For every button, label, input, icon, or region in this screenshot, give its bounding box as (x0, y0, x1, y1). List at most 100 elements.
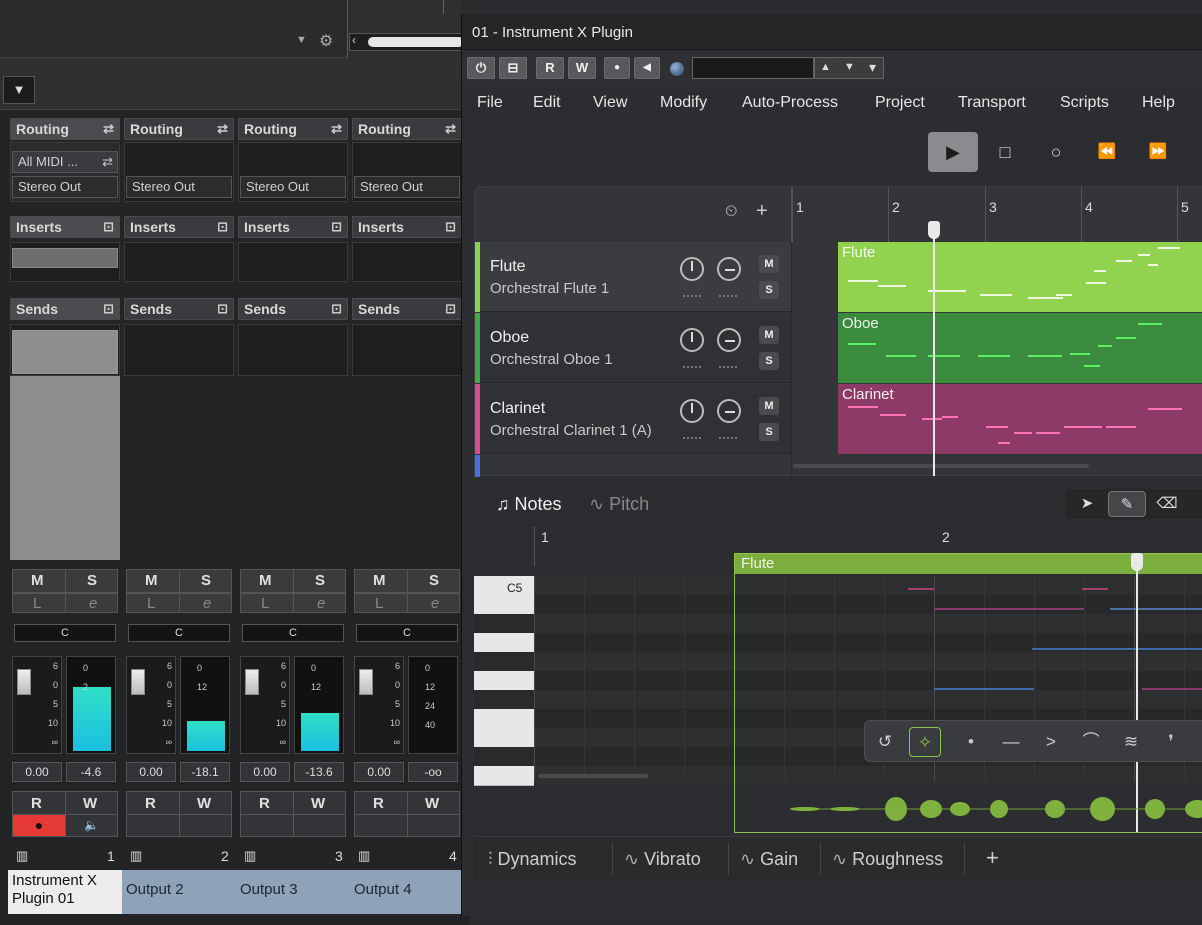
arranger-playhead[interactable] (933, 236, 935, 476)
menu-modify[interactable]: Modify (660, 94, 707, 112)
piano-key[interactable] (474, 652, 534, 672)
volume-knob-icon[interactable] (680, 328, 704, 352)
piano-key[interactable] (474, 633, 534, 653)
editor-playhead[interactable] (1136, 564, 1138, 832)
track-mute-button[interactable]: M (759, 255, 779, 273)
channel-name[interactable]: Instrument X Plugin 01 (8, 870, 122, 914)
read-button[interactable]: R (145, 795, 156, 812)
solo-button[interactable]: S (315, 572, 325, 589)
window-titlebar[interactable]: 01 - Instrument X Plugin (462, 14, 1202, 50)
fast-forward-button[interactable]: ⏩ (1133, 132, 1183, 172)
menu-project[interactable]: Project (875, 94, 925, 112)
sends-panel[interactable] (238, 324, 348, 376)
write-automation-button[interactable]: W (568, 57, 596, 79)
inserts-header[interactable]: Inserts ⊡ (238, 216, 348, 238)
playhead-handle[interactable] (928, 221, 940, 239)
fader-handle[interactable] (17, 669, 31, 695)
tab-gain[interactable]: ∿ Gain (740, 849, 798, 870)
pan-knob-icon[interactable] (717, 257, 741, 281)
reset-icon[interactable]: ↺ (869, 727, 901, 757)
preset-field[interactable] (692, 57, 814, 79)
back-arrow-button[interactable]: ◀ (634, 57, 660, 79)
listen-button[interactable]: L (261, 595, 269, 612)
piano-keyboard[interactable] (474, 576, 534, 786)
midi-note[interactable] (908, 588, 934, 590)
menu-edit[interactable]: Edit (533, 94, 561, 112)
output-routing-field[interactable]: Stereo Out (240, 176, 346, 198)
volume-value[interactable]: 0.00 (126, 762, 176, 782)
clip-flute[interactable]: Flute (838, 242, 1202, 312)
record-enable-button[interactable]: ● (13, 815, 65, 836)
sends-panel[interactable] (124, 324, 234, 376)
scroll-left-icon[interactable]: ‹ (352, 33, 356, 47)
fader-handle[interactable] (359, 669, 373, 695)
menu-transport[interactable]: Transport (958, 94, 1026, 112)
mute-button[interactable]: M (145, 572, 158, 589)
tab-pitch[interactable]: ∿ Pitch (589, 494, 649, 515)
output-routing-field[interactable]: Stereo Out (12, 176, 118, 198)
piano-key[interactable] (474, 671, 534, 691)
inserts-header[interactable]: Inserts ⊡ (10, 216, 120, 238)
edit-channel-button[interactable]: e (203, 595, 211, 612)
piano-key[interactable] (474, 595, 534, 615)
piano-key[interactable] (474, 709, 534, 729)
preset-menu-button[interactable]: ▾ (869, 59, 876, 76)
slur-icon[interactable]: ⌒ (1075, 727, 1107, 757)
track-solo-button[interactable]: S (759, 423, 779, 441)
record-icon[interactable]: ● (604, 57, 630, 79)
clip-clarinet[interactable]: Clarinet (838, 384, 1202, 454)
eraser-tool-icon[interactable]: ⌫ (1148, 491, 1186, 517)
add-track-button[interactable]: + (756, 200, 768, 223)
tab-vibrato[interactable]: ∿ Vibrato (624, 849, 701, 870)
tab-dynamics[interactable]: ⫶ Dynamics (488, 849, 577, 870)
pan-control[interactable]: C (242, 624, 344, 642)
play-button[interactable]: ▶ (928, 132, 978, 172)
track-flute[interactable]: Flute Orchestral Flute 1 M S (475, 242, 791, 312)
solo-button[interactable]: S (201, 572, 211, 589)
listen-button[interactable]: L (147, 595, 155, 612)
sends-header[interactable]: Sends ⊡ (124, 298, 234, 320)
edit-channel-button[interactable]: e (317, 595, 325, 612)
tenuto-icon[interactable]: — (995, 727, 1027, 757)
horizontal-scrollbar[interactable]: ‹ (349, 33, 464, 51)
midi-note[interactable] (1142, 688, 1202, 690)
inserts-panel[interactable] (352, 242, 462, 282)
pan-control[interactable]: C (356, 624, 458, 642)
volume-knob-icon[interactable] (680, 399, 704, 423)
piano-key[interactable] (474, 690, 534, 710)
pan-control[interactable]: C (128, 624, 230, 642)
mixer-dropdown-button[interactable]: ▼ (3, 76, 35, 104)
read-button[interactable]: R (259, 795, 270, 812)
menu-auto-process[interactable]: Auto-Process (742, 94, 838, 112)
output-routing-field[interactable]: Stereo Out (126, 176, 232, 198)
pointer-tool-icon[interactable]: ➤ (1068, 491, 1106, 517)
piano-key[interactable] (474, 747, 534, 767)
insert-slot[interactable] (12, 248, 118, 268)
menu-file[interactable]: File (477, 94, 503, 112)
midi-note[interactable] (934, 608, 1084, 610)
inserts-panel[interactable] (238, 242, 348, 282)
track-oboe[interactable]: Oboe Orchestral Oboe 1 M S (475, 313, 791, 383)
channel-name[interactable]: Output 2 (122, 870, 236, 914)
volume-knob-icon[interactable] (680, 257, 704, 281)
mute-button[interactable]: M (373, 572, 386, 589)
pan-control[interactable]: C (14, 624, 116, 642)
track-solo-button[interactable]: S (759, 281, 779, 299)
preset-up-button[interactable]: ▲ (820, 61, 831, 73)
tab-roughness[interactable]: ∿ Roughness (832, 849, 943, 870)
bypass-button[interactable]: ⊟ (499, 57, 527, 79)
volume-fader[interactable]: 6 0 5 10 ∞ (354, 656, 404, 754)
routing-header[interactable]: Routing ⇄ (352, 118, 462, 140)
flute-region[interactable]: Flute (734, 553, 1202, 833)
triangle-down-icon[interactable]: ▼ (296, 34, 307, 46)
menu-view[interactable]: View (593, 94, 627, 112)
sends-header[interactable]: Sends ⊡ (352, 298, 462, 320)
menu-scripts[interactable]: Scripts (1060, 94, 1109, 112)
input-routing-field[interactable]: All MIDI ... ⇄ (12, 151, 118, 173)
peak-value[interactable]: -oo (408, 762, 458, 782)
volume-value[interactable]: 0.00 (240, 762, 290, 782)
read-automation-button[interactable]: R (536, 57, 564, 79)
add-parameter-button[interactable]: + (986, 845, 999, 871)
edit-channel-button[interactable]: e (89, 595, 97, 612)
midi-note[interactable] (1082, 588, 1108, 590)
